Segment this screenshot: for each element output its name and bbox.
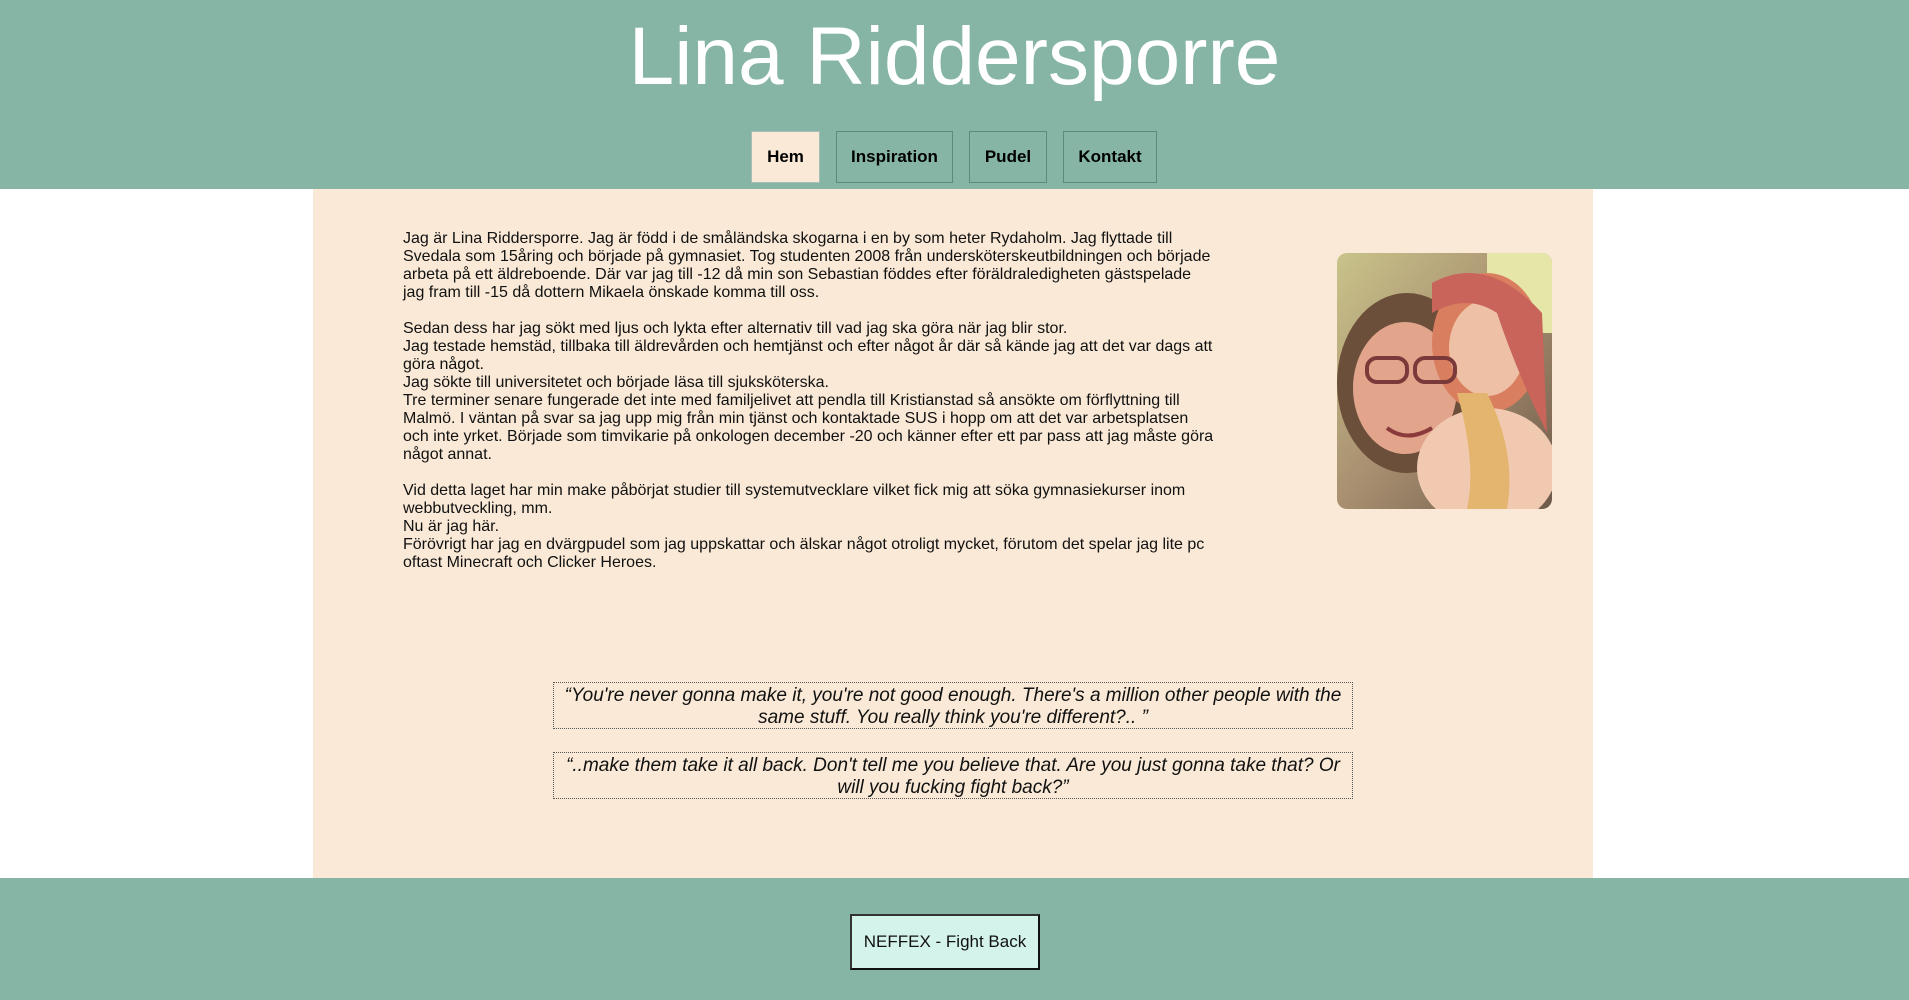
nav-kontakt[interactable]: Kontakt [1063, 131, 1157, 183]
site-title: Lina Riddersporre [628, 11, 1281, 102]
main-content: Jag är Lina Riddersporre. Jag är född i … [313, 189, 1593, 878]
music-button[interactable]: NEFFEX - Fight Back [850, 914, 1040, 970]
bio-text: Jag är Lina Riddersporre. Jag är född i … [403, 230, 1223, 590]
bio-paragraph-1: Jag är Lina Riddersporre. Jag är född i … [403, 230, 1211, 301]
nav-hem[interactable]: Hem [751, 131, 820, 183]
bio-paragraph-2: Sedan dess har jag sökt med ljus och lyk… [403, 320, 1214, 463]
bio-paragraph-3: Vid detta laget har min make påbörjat st… [403, 482, 1205, 571]
site-header: Lina Riddersporre Hem Inspiration Pudel … [0, 0, 1909, 189]
profile-photo [1337, 253, 1552, 509]
quote-1: “You're never gonna make it, you're not … [553, 682, 1353, 729]
main-nav: Hem Inspiration Pudel Kontakt [751, 131, 1157, 183]
nav-pudel[interactable]: Pudel [969, 131, 1047, 183]
nav-inspiration[interactable]: Inspiration [836, 131, 953, 183]
site-footer: NEFFEX - Fight Back [0, 878, 1909, 1000]
quote-2: “..make them take it all back. Don't tel… [553, 752, 1353, 799]
